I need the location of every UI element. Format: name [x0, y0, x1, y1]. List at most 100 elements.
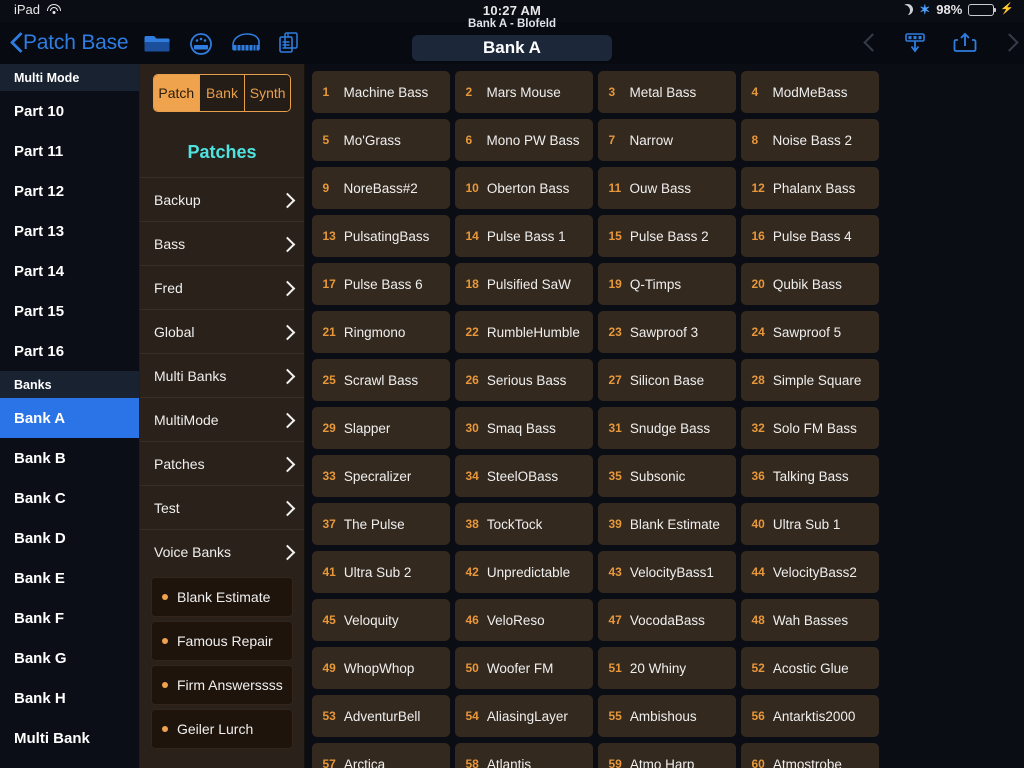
- patch-cell[interactable]: 40 Ultra Sub 1: [740, 503, 879, 545]
- patch-cell[interactable]: 43 VelocityBass1: [597, 551, 736, 593]
- patch-cell[interactable]: 52 Acostic Glue: [740, 647, 879, 689]
- patch-cell[interactable]: 29 Slapper: [311, 407, 450, 449]
- patch-cell[interactable]: 23 Sawproof 3: [597, 311, 736, 353]
- patch-cell[interactable]: 20 Qubik Bass: [740, 263, 879, 305]
- patch-cell[interactable]: 2 Mars Mouse: [454, 71, 593, 113]
- patch-cell[interactable]: 6 Mono PW Bass: [454, 119, 593, 161]
- patch-cell[interactable]: 37 The Pulse: [311, 503, 450, 545]
- patch-cell[interactable]: 22 RumbleHumble: [454, 311, 593, 353]
- segment-bank[interactable]: Bank: [199, 75, 246, 111]
- sidebar-item-part-11[interactable]: Part 11: [0, 131, 139, 171]
- patch-cell[interactable]: 32 Solo FM Bass: [740, 407, 879, 449]
- patch-cell[interactable]: 60 Atmostrobe: [740, 743, 879, 768]
- sidebar-item-part-13[interactable]: Part 13: [0, 211, 139, 251]
- sidebar-item-bank-c[interactable]: Bank C: [0, 478, 139, 518]
- sidebar-item-bank-a[interactable]: Bank A: [0, 398, 139, 438]
- patch-cell[interactable]: 10 Oberton Bass: [454, 167, 593, 209]
- folder-row[interactable]: Global: [140, 309, 304, 353]
- patch-cell[interactable]: 13 PulsatingBass: [311, 215, 450, 257]
- patch-cell[interactable]: 34 SteelOBass: [454, 455, 593, 497]
- patch-cell[interactable]: 3 Metal Bass: [597, 71, 736, 113]
- patch-cell[interactable]: 33 Specralizer: [311, 455, 450, 497]
- patch-cell[interactable]: 46 VeloReso: [454, 599, 593, 641]
- patch-cell[interactable]: 24 Sawproof 5: [740, 311, 879, 353]
- patch-cell[interactable]: 54 AliasingLayer: [454, 695, 593, 737]
- patch-cell[interactable]: 59 Atmo Harp: [597, 743, 736, 768]
- patch-cell[interactable]: 12 Phalanx Bass: [740, 167, 879, 209]
- patch-cell[interactable]: 8 Noise Bass 2: [740, 119, 879, 161]
- sidebar-item-part-14[interactable]: Part 14: [0, 251, 139, 291]
- sidebar-item-part-16[interactable]: Part 16: [0, 331, 139, 371]
- patch-cell[interactable]: 21 Ringmono: [311, 311, 450, 353]
- folder-row[interactable]: MultiMode: [140, 397, 304, 441]
- patch-bank-synth-segmented-control[interactable]: Patch Bank Synth: [153, 74, 291, 112]
- patch-cell[interactable]: 53 AdventurBell: [311, 695, 450, 737]
- sidebar-item-bank-h[interactable]: Bank H: [0, 678, 139, 718]
- patch-cell[interactable]: 17 Pulse Bass 6: [311, 263, 450, 305]
- patch-cell[interactable]: 38 TockTock: [454, 503, 593, 545]
- patch-cell[interactable]: 25 Scrawl Bass: [311, 359, 450, 401]
- segment-synth[interactable]: Synth: [245, 75, 290, 111]
- patch-cell[interactable]: 4 ModMeBass: [740, 71, 879, 113]
- patch-file-row[interactable]: Geiler Lurch: [151, 709, 293, 749]
- patch-file-row[interactable]: Famous Repair: [151, 621, 293, 661]
- folder-row[interactable]: Fred: [140, 265, 304, 309]
- patch-cell[interactable]: 48 Wah Basses: [740, 599, 879, 641]
- patch-cell[interactable]: 26 Serious Bass: [454, 359, 593, 401]
- patch-cell[interactable]: 18 Pulsified SaW: [454, 263, 593, 305]
- patch-cell[interactable]: 27 Silicon Base: [597, 359, 736, 401]
- patch-cell[interactable]: 1 Machine Bass: [311, 71, 450, 113]
- next-bank-button[interactable]: [1000, 31, 1016, 55]
- segment-patch[interactable]: Patch: [154, 75, 200, 111]
- patch-cell[interactable]: 44 VelocityBass2: [740, 551, 879, 593]
- folder-row[interactable]: Multi Banks: [140, 353, 304, 397]
- patch-cell[interactable]: 14 Pulse Bass 1: [454, 215, 593, 257]
- patch-cell[interactable]: 31 Snudge Bass: [597, 407, 736, 449]
- sidebar-item-multi-bank[interactable]: Multi Bank: [0, 718, 139, 758]
- patch-cell[interactable]: 50 Woofer FM: [454, 647, 593, 689]
- patch-cell[interactable]: 41 Ultra Sub 2: [311, 551, 450, 593]
- folder-row[interactable]: Backup: [140, 177, 304, 221]
- patch-cell[interactable]: 39 Blank Estimate: [597, 503, 736, 545]
- sidebar-item-bank-b[interactable]: Bank B: [0, 438, 139, 478]
- patch-cell[interactable]: 56 Antarktis2000: [740, 695, 879, 737]
- sidebar-item-part-10[interactable]: Part 10: [0, 91, 139, 131]
- patch-cell[interactable]: 30 Smaq Bass: [454, 407, 593, 449]
- folder-row[interactable]: Patches: [140, 441, 304, 485]
- patch-cell[interactable]: 42 Unpredictable: [454, 551, 593, 593]
- previous-bank-button[interactable]: [864, 31, 880, 55]
- patch-cell[interactable]: 55 Ambishous: [597, 695, 736, 737]
- download-to-device-icon[interactable]: [900, 29, 930, 57]
- bank-title-pill[interactable]: Bank A: [412, 35, 612, 61]
- sidebar-item-bank-d[interactable]: Bank D: [0, 518, 139, 558]
- patch-name: Wah Basses: [772, 612, 849, 628]
- patch-cell[interactable]: 51 20 Whiny: [597, 647, 736, 689]
- sidebar-item-part-15[interactable]: Part 15: [0, 291, 139, 331]
- patch-cell[interactable]: 11 Ouw Bass: [597, 167, 736, 209]
- patch-cell[interactable]: 7 Narrow: [597, 119, 736, 161]
- sidebar-item-bank-f[interactable]: Bank F: [0, 598, 139, 638]
- patch-cell[interactable]: 49 WhopWhop: [311, 647, 450, 689]
- patch-file-row[interactable]: Firm Answerssss: [151, 665, 293, 705]
- sidebar-item-bank-g[interactable]: Bank G: [0, 638, 139, 678]
- patch-file-row[interactable]: Blank Estimate: [151, 577, 293, 617]
- patch-cell[interactable]: 57 Arctica: [311, 743, 450, 768]
- patch-cell[interactable]: 5 Mo'Grass: [311, 119, 450, 161]
- patch-cell[interactable]: 19 Q-Timps: [597, 263, 736, 305]
- patch-cell[interactable]: 28 Simple Square: [740, 359, 879, 401]
- patch-cell[interactable]: 15 Pulse Bass 2: [597, 215, 736, 257]
- folder-row[interactable]: Voice Banks: [140, 529, 304, 573]
- share-upload-icon[interactable]: [950, 29, 980, 57]
- patch-cell[interactable]: 36 Talking Bass: [740, 455, 879, 497]
- bullet-dot-icon: [162, 726, 168, 732]
- patch-cell[interactable]: 16 Pulse Bass 4: [740, 215, 879, 257]
- patch-cell[interactable]: 45 Veloquity: [311, 599, 450, 641]
- folder-row[interactable]: Bass: [140, 221, 304, 265]
- sidebar-item-bank-e[interactable]: Bank E: [0, 558, 139, 598]
- patch-cell[interactable]: 47 VocodaBass: [597, 599, 736, 641]
- folder-row[interactable]: Test: [140, 485, 304, 529]
- patch-cell[interactable]: 9 NoreBass#2: [311, 167, 450, 209]
- patch-cell[interactable]: 58 Atlantis: [454, 743, 593, 768]
- sidebar-item-part-12[interactable]: Part 12: [0, 171, 139, 211]
- patch-cell[interactable]: 35 Subsonic: [597, 455, 736, 497]
